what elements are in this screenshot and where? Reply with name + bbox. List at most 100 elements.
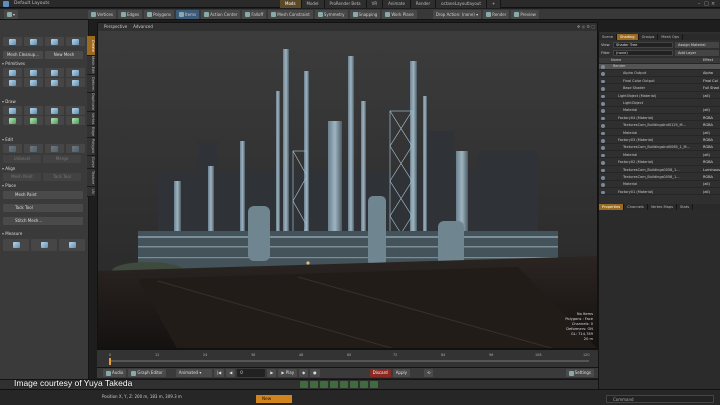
visibility-eye-icon[interactable] (601, 168, 605, 173)
symmetry-button[interactable]: Symmetry (314, 9, 348, 19)
tree-row[interactable]: Material (all) (599, 131, 720, 137)
edges-button[interactable]: Edges (117, 9, 143, 19)
tool-slot[interactable] (24, 106, 43, 115)
tree-row[interactable]: Alpha Output Alpha (599, 71, 720, 77)
tool-slot[interactable] (66, 144, 85, 153)
section-measure[interactable]: Measure (2, 231, 86, 236)
tab-shading[interactable]: Shading (616, 34, 639, 40)
tool-slot[interactable] (45, 68, 64, 77)
viewport-menu-button[interactable]: ▾ (4, 9, 19, 19)
tab-groups[interactable]: Groups (639, 34, 659, 40)
visibility-eye-icon[interactable] (601, 124, 605, 128)
playhead[interactable] (109, 358, 111, 365)
tree-row[interactable]: Base Shader Full Shad (599, 86, 720, 92)
tool-slot[interactable] (24, 68, 43, 77)
render-button[interactable]: Render (483, 9, 510, 19)
visibility-eye-icon[interactable] (601, 131, 605, 136)
tree-row[interactable]: TexturesCom_BuildingsInd0125_M... RGBA (599, 123, 720, 129)
loop-button[interactable]: ⟲ (423, 369, 434, 377)
tree-row[interactable]: Render (599, 64, 720, 70)
viewport-nav-icon[interactable]: ✥ ◎ ⚙ ▢ (577, 23, 595, 31)
mode-icon[interactable] (370, 381, 378, 388)
visibility-eye-icon[interactable] (601, 116, 605, 121)
tool-slot[interactable] (3, 68, 22, 77)
mode-icon[interactable] (310, 381, 318, 388)
mesh-paint-button[interactable]: Mesh Paint (3, 191, 83, 199)
tree-row[interactable]: Factory03 (Material) RGBA (599, 138, 720, 144)
visibility-eye-icon[interactable] (601, 153, 605, 158)
tool-slot[interactable] (45, 37, 64, 46)
settings-button[interactable]: Settings (565, 369, 594, 377)
filter-select[interactable]: (none) (613, 50, 673, 56)
visibility-eye-icon[interactable] (601, 183, 605, 187)
tool-slot[interactable] (66, 68, 85, 77)
layout-tab-mods[interactable]: Mods (280, 0, 302, 8)
tool-slot[interactable] (31, 239, 57, 251)
section-place[interactable]: Place (2, 183, 86, 188)
tool-slot[interactable] (3, 116, 22, 125)
tool-slot[interactable] (24, 144, 43, 153)
view-type-select[interactable]: Perspective (104, 23, 127, 31)
tool-slot[interactable] (45, 78, 64, 87)
tree-row[interactable]: LightObject (599, 101, 720, 107)
tree-row[interactable]: TexturesCom_Buildings0058_1... RGBA (599, 175, 720, 181)
tree-row[interactable]: TexturesCom_BuildingsInd0065_1_M... RGBA (599, 145, 720, 151)
layout-tab-render[interactable]: Render (410, 0, 437, 8)
visibility-eye-icon[interactable] (601, 72, 605, 76)
visibility-eye-icon[interactable] (601, 146, 605, 150)
mode-icon[interactable] (330, 381, 338, 388)
tree-row[interactable]: Factory01 (Material) (all) (599, 190, 720, 196)
tool-slot[interactable] (59, 239, 85, 251)
vtab-vertex[interactable]: Vertex (87, 112, 95, 126)
action-center-button[interactable]: Action Center (201, 9, 241, 19)
layout-tab-model[interactable]: Model (301, 0, 325, 8)
timeline[interactable]: 0 12 24 36 48 60 72 84 96 108 120 (97, 349, 598, 367)
minimize-icon[interactable]: – (698, 1, 701, 7)
tree-row[interactable]: Material (all) (599, 108, 720, 114)
close-icon[interactable]: × (711, 1, 715, 7)
visibility-eye-icon[interactable] (601, 139, 605, 143)
unbevel-button[interactable]: Unbevel (3, 155, 41, 163)
tool-slot[interactable] (24, 37, 43, 46)
tool-slot[interactable] (45, 106, 64, 115)
tree-row[interactable]: Material (all) (599, 182, 720, 188)
next-frame-button[interactable]: ▶ (267, 369, 277, 377)
mode-icon[interactable] (340, 381, 348, 388)
preview-button[interactable]: Preview (511, 9, 539, 19)
tool-slot[interactable] (24, 78, 43, 87)
3d-viewport[interactable]: Perspective Advanced ✥ ◎ ⚙ ▢ No Items Po… (97, 22, 598, 349)
tool-slot[interactable] (66, 37, 85, 46)
tool-slot[interactable] (3, 78, 22, 87)
tool-slot[interactable] (3, 239, 29, 251)
maximize-icon[interactable]: □ (704, 1, 709, 7)
play-button[interactable]: ▶ Play (278, 369, 298, 377)
stitch-mesh-button[interactable]: Stitch Mesh... (3, 217, 83, 225)
drop-action-select[interactable]: Drop Action: (none) ▾ (432, 9, 482, 19)
animated-select[interactable]: Animated ▾ (175, 369, 212, 377)
visibility-eye-icon[interactable] (601, 161, 605, 165)
mesh-cleanup-button[interactable]: Mesh Cleanup... (3, 51, 43, 59)
tree-row[interactable]: Factory04 (Material) RGBA (599, 116, 720, 122)
tree-row[interactable]: LightObject (Material) (all) (599, 94, 720, 100)
tree-row[interactable]: TexturesCom_Buildings0058_1... Luminous (599, 168, 720, 174)
layout-tab-vr[interactable]: VR (366, 0, 384, 8)
visibility-eye-icon[interactable] (601, 87, 605, 91)
tool-slot[interactable] (45, 116, 64, 125)
tool-slot[interactable] (24, 116, 43, 125)
command-input[interactable]: Command (606, 395, 714, 403)
new-mesh-button[interactable]: New Mesh (45, 51, 83, 59)
vtab-duplicate[interactable]: Duplicate (87, 93, 95, 112)
view-select[interactable]: Shader Tree (613, 42, 673, 48)
visibility-eye-icon[interactable] (601, 190, 605, 195)
apply-button[interactable]: Apply (392, 369, 410, 377)
align-tack-tool-button[interactable]: Tack Tool (43, 173, 81, 181)
snapping-button[interactable]: Snapping (349, 9, 381, 19)
frame-field[interactable]: 0 (237, 369, 266, 377)
tool-slot[interactable] (3, 144, 22, 153)
falloff-button[interactable]: Falloff (242, 9, 267, 19)
layout-tab-prorender[interactable]: ProRender Beta (324, 0, 367, 8)
vtab-curve[interactable]: Curve (87, 156, 95, 169)
vertices-button[interactable]: Vertices (88, 9, 116, 19)
vtab-mesh-edit[interactable]: Mesh Edit (87, 56, 95, 75)
tool-slot[interactable] (3, 37, 22, 46)
